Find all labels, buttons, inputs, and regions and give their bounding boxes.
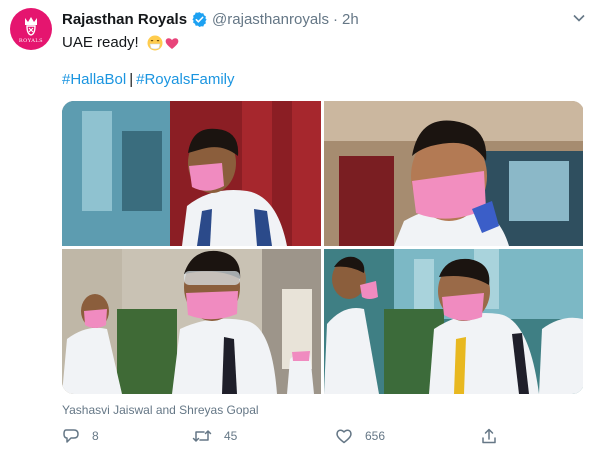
mask-face-emoji-icon: [147, 35, 163, 51]
photo-4[interactable]: [324, 249, 583, 394]
avatar[interactable]: ROYALS: [10, 8, 52, 50]
photo-2[interactable]: [324, 101, 583, 246]
share-button[interactable]: [480, 427, 510, 445]
pink-heart-emoji-icon: [165, 38, 179, 50]
avatar-brand-text: ROYALS: [18, 37, 44, 44]
media-grid: [62, 101, 584, 394]
reply-count: 8: [92, 429, 99, 443]
author-handle[interactable]: @rajasthanroyals: [212, 11, 329, 28]
tweet-timestamp[interactable]: 2h: [342, 11, 359, 28]
like-count: 656: [365, 429, 386, 443]
hashtag-separator: |: [129, 71, 134, 88]
reply-icon: [63, 429, 79, 443]
retweet-icon: [192, 430, 212, 442]
verified-badge-icon: [191, 11, 208, 28]
more-options-chevron-icon[interactable]: [572, 11, 586, 29]
hashtag-royalsfamily[interactable]: #RoyalsFamily: [136, 71, 234, 88]
royals-crest-icon: [25, 16, 37, 36]
photo-1[interactable]: [62, 101, 321, 246]
tweet-body: UAE ready!: [62, 34, 139, 51]
header-separator: ·: [333, 10, 338, 28]
retweet-button[interactable]: 45: [192, 427, 237, 445]
hashtag-hallabol[interactable]: #HallaBol: [62, 71, 126, 88]
tweet-card[interactable]: ROYALS Rajasthan Royals @rajasthanroyals…: [0, 0, 600, 450]
tweet-header: Rajasthan Royals @rajasthanroyals · 2h: [62, 9, 590, 29]
tweet-actions: 8 45 656: [62, 427, 502, 447]
tweet-text: UAE ready!: [62, 34, 180, 51]
heart-icon: [336, 429, 352, 444]
media-caption: Yashasvi Jaiswal and Shreyas Gopal: [62, 403, 259, 417]
reply-button[interactable]: 8: [62, 427, 99, 445]
share-icon: [482, 428, 496, 444]
emoji-group: [147, 35, 180, 51]
retweet-count: 45: [224, 429, 238, 443]
like-button[interactable]: 656: [335, 427, 385, 445]
author-name[interactable]: Rajasthan Royals: [62, 11, 187, 28]
hashtags: #HallaBol | #RoyalsFamily: [62, 71, 234, 88]
photo-3[interactable]: [62, 249, 321, 394]
